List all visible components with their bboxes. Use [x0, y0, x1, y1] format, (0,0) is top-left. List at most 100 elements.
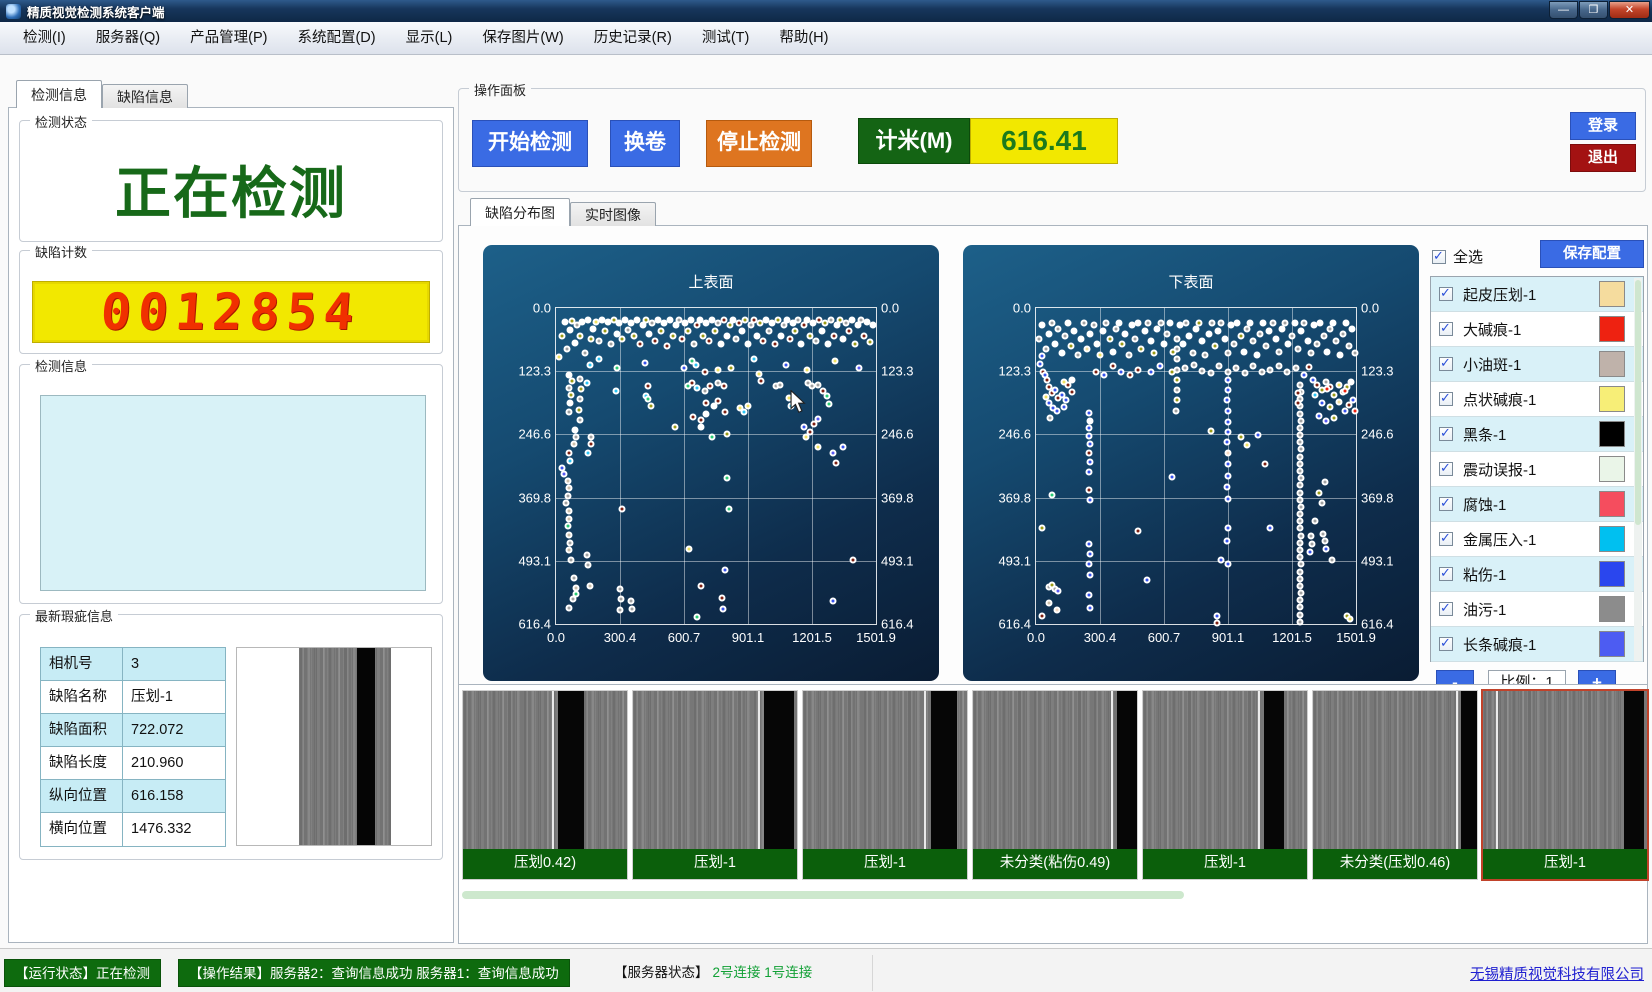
defect-type-row-7[interactable]: 腐蚀-1 [1431, 487, 1643, 522]
defect-point [792, 328, 799, 335]
defect-point [1080, 320, 1087, 327]
defect-type-row-8[interactable]: 金属压入-1 [1431, 522, 1643, 557]
view-tab-1[interactable]: 缺陷分布图 [470, 198, 570, 226]
view-tab-2[interactable]: 实时图像 [570, 202, 656, 226]
defect-point [664, 342, 671, 349]
menu-item-7[interactable]: 历史记录(R) [579, 23, 687, 54]
defect-point [565, 546, 572, 553]
defect-point [1119, 340, 1126, 347]
company-link[interactable]: 无锡精质视觉科技有限公司 [1470, 963, 1644, 984]
thumbnail-hscrollbar[interactable] [462, 891, 1184, 899]
defect-type-checkbox[interactable] [1439, 462, 1453, 476]
defect-point [1320, 530, 1327, 537]
close-button[interactable]: ✕ [1609, 1, 1650, 19]
left-tab-1[interactable]: 检测信息 [16, 80, 102, 108]
defect-type-row-1[interactable]: 起皮压划-1 [1431, 277, 1643, 312]
defect-point [870, 322, 877, 329]
defect-point [1225, 387, 1232, 394]
defect-thumbnail-1[interactable]: 压划0.42) [463, 691, 627, 879]
legend-scrollbar-thumb[interactable] [1635, 280, 1641, 525]
defect-point [1339, 330, 1346, 337]
defect-point [1086, 417, 1093, 424]
defect-point [1297, 482, 1304, 489]
defect-point [564, 478, 571, 485]
defect-point [1087, 330, 1094, 337]
defect-point [1086, 469, 1093, 476]
defect-thumbnail-image [1483, 691, 1647, 849]
defect-thumbnail-7[interactable]: 压划-1 [1483, 691, 1647, 879]
defect-point [1207, 369, 1214, 376]
thumbnail-black-band [764, 691, 794, 849]
defect-thumbnail-2[interactable]: 压划-1 [633, 691, 797, 879]
defect-type-checkbox[interactable] [1439, 392, 1453, 406]
logout-button[interactable]: 退出 [1570, 144, 1636, 172]
defect-type-row-11[interactable]: 长条碱痕-1 [1431, 627, 1643, 662]
menu-item-1[interactable]: 检测(I) [8, 23, 81, 54]
gridline-vertical [620, 308, 621, 624]
defect-point [619, 505, 626, 512]
latest-defect-group: 最新瑕疵信息 相机号3缺陷名称压划-1缺陷面积722.072缺陷长度210.96… [19, 614, 443, 860]
login-button[interactable]: 登录 [1570, 112, 1636, 140]
defect-type-checkbox[interactable] [1439, 532, 1453, 546]
menu-item-6[interactable]: 保存图片(W) [467, 23, 578, 54]
menu-item-5[interactable]: 显示(L) [391, 23, 468, 54]
defect-point [1309, 376, 1316, 383]
thumbnail-white-line [1456, 691, 1458, 849]
defect-point [744, 340, 751, 347]
defect-type-checkbox[interactable] [1439, 287, 1453, 301]
defect-point [693, 362, 700, 369]
defect-thumbnail-4[interactable]: 未分类(粘伤0.49) [973, 691, 1137, 879]
start-detect-button[interactable]: 开始检测 [472, 120, 588, 167]
defect-type-row-4[interactable]: 点状碱痕-1 [1431, 382, 1643, 417]
x-tick-label: 300.4 [604, 630, 637, 645]
defect-point [1167, 320, 1174, 327]
defect-thumbnail-3[interactable]: 压划-1 [803, 691, 967, 879]
defect-point [1347, 615, 1354, 622]
menu-item-2[interactable]: 服务器(Q) [81, 23, 175, 54]
defect-type-row-3[interactable]: 小油斑-1 [1431, 347, 1643, 382]
defect-point [587, 434, 594, 441]
x-tick-label: 300.4 [1084, 630, 1117, 645]
defect-point [560, 471, 567, 478]
minimize-button[interactable]: — [1549, 1, 1578, 19]
defect-point [1068, 343, 1075, 350]
defect-type-checkbox[interactable] [1439, 427, 1453, 441]
defect-thumbnail-image [1143, 691, 1307, 849]
menu-item-3[interactable]: 产品管理(P) [175, 23, 282, 54]
stop-detect-button[interactable]: 停止检测 [706, 120, 812, 167]
defect-type-row-9[interactable]: 粘伤-1 [1431, 557, 1643, 592]
defect-type-checkbox[interactable] [1439, 497, 1453, 511]
defect-type-checkbox[interactable] [1439, 322, 1453, 336]
defect-point [694, 613, 701, 620]
select-all-checkbox[interactable] [1432, 250, 1446, 264]
left-tab-2[interactable]: 缺陷信息 [102, 84, 188, 108]
defect-point [1330, 320, 1337, 327]
thumbnail-white-line [758, 691, 760, 849]
legend-scrollbar[interactable] [1634, 278, 1642, 661]
defect-type-row-5[interactable]: 黑条-1 [1431, 417, 1643, 452]
defect-point [1262, 461, 1269, 468]
defect-type-row-2[interactable]: 大碱痕-1 [1431, 312, 1643, 347]
defect-point [1312, 392, 1319, 399]
defect-point [1331, 392, 1338, 399]
menu-item-8[interactable]: 测试(T) [687, 23, 765, 54]
defect-point [705, 337, 712, 344]
save-config-button[interactable]: 保存配置 [1540, 240, 1644, 268]
menu-item-4[interactable]: 系统配置(D) [282, 23, 390, 54]
defect-thumbnail-5[interactable]: 压划-1 [1143, 691, 1307, 879]
defect-point [566, 539, 573, 546]
defect-point [1297, 539, 1304, 546]
defect-type-checkbox[interactable] [1439, 357, 1453, 371]
defect-type-checkbox[interactable] [1439, 602, 1453, 616]
defect-thumbnail-6[interactable]: 未分类(压划0.46) [1313, 691, 1477, 879]
defect-point [1307, 533, 1314, 540]
defect-point [1039, 525, 1046, 532]
defect-type-row-6[interactable]: 震动误报-1 [1431, 452, 1643, 487]
defect-type-checkbox[interactable] [1439, 567, 1453, 581]
change-roll-button[interactable]: 换卷 [610, 120, 680, 167]
defect-type-checkbox[interactable] [1439, 637, 1453, 651]
defect-type-row-10[interactable]: 油污-1 [1431, 592, 1643, 627]
restore-button[interactable]: ❐ [1579, 1, 1608, 19]
defect-point [1241, 369, 1248, 376]
menu-item-9[interactable]: 帮助(H) [764, 23, 843, 54]
